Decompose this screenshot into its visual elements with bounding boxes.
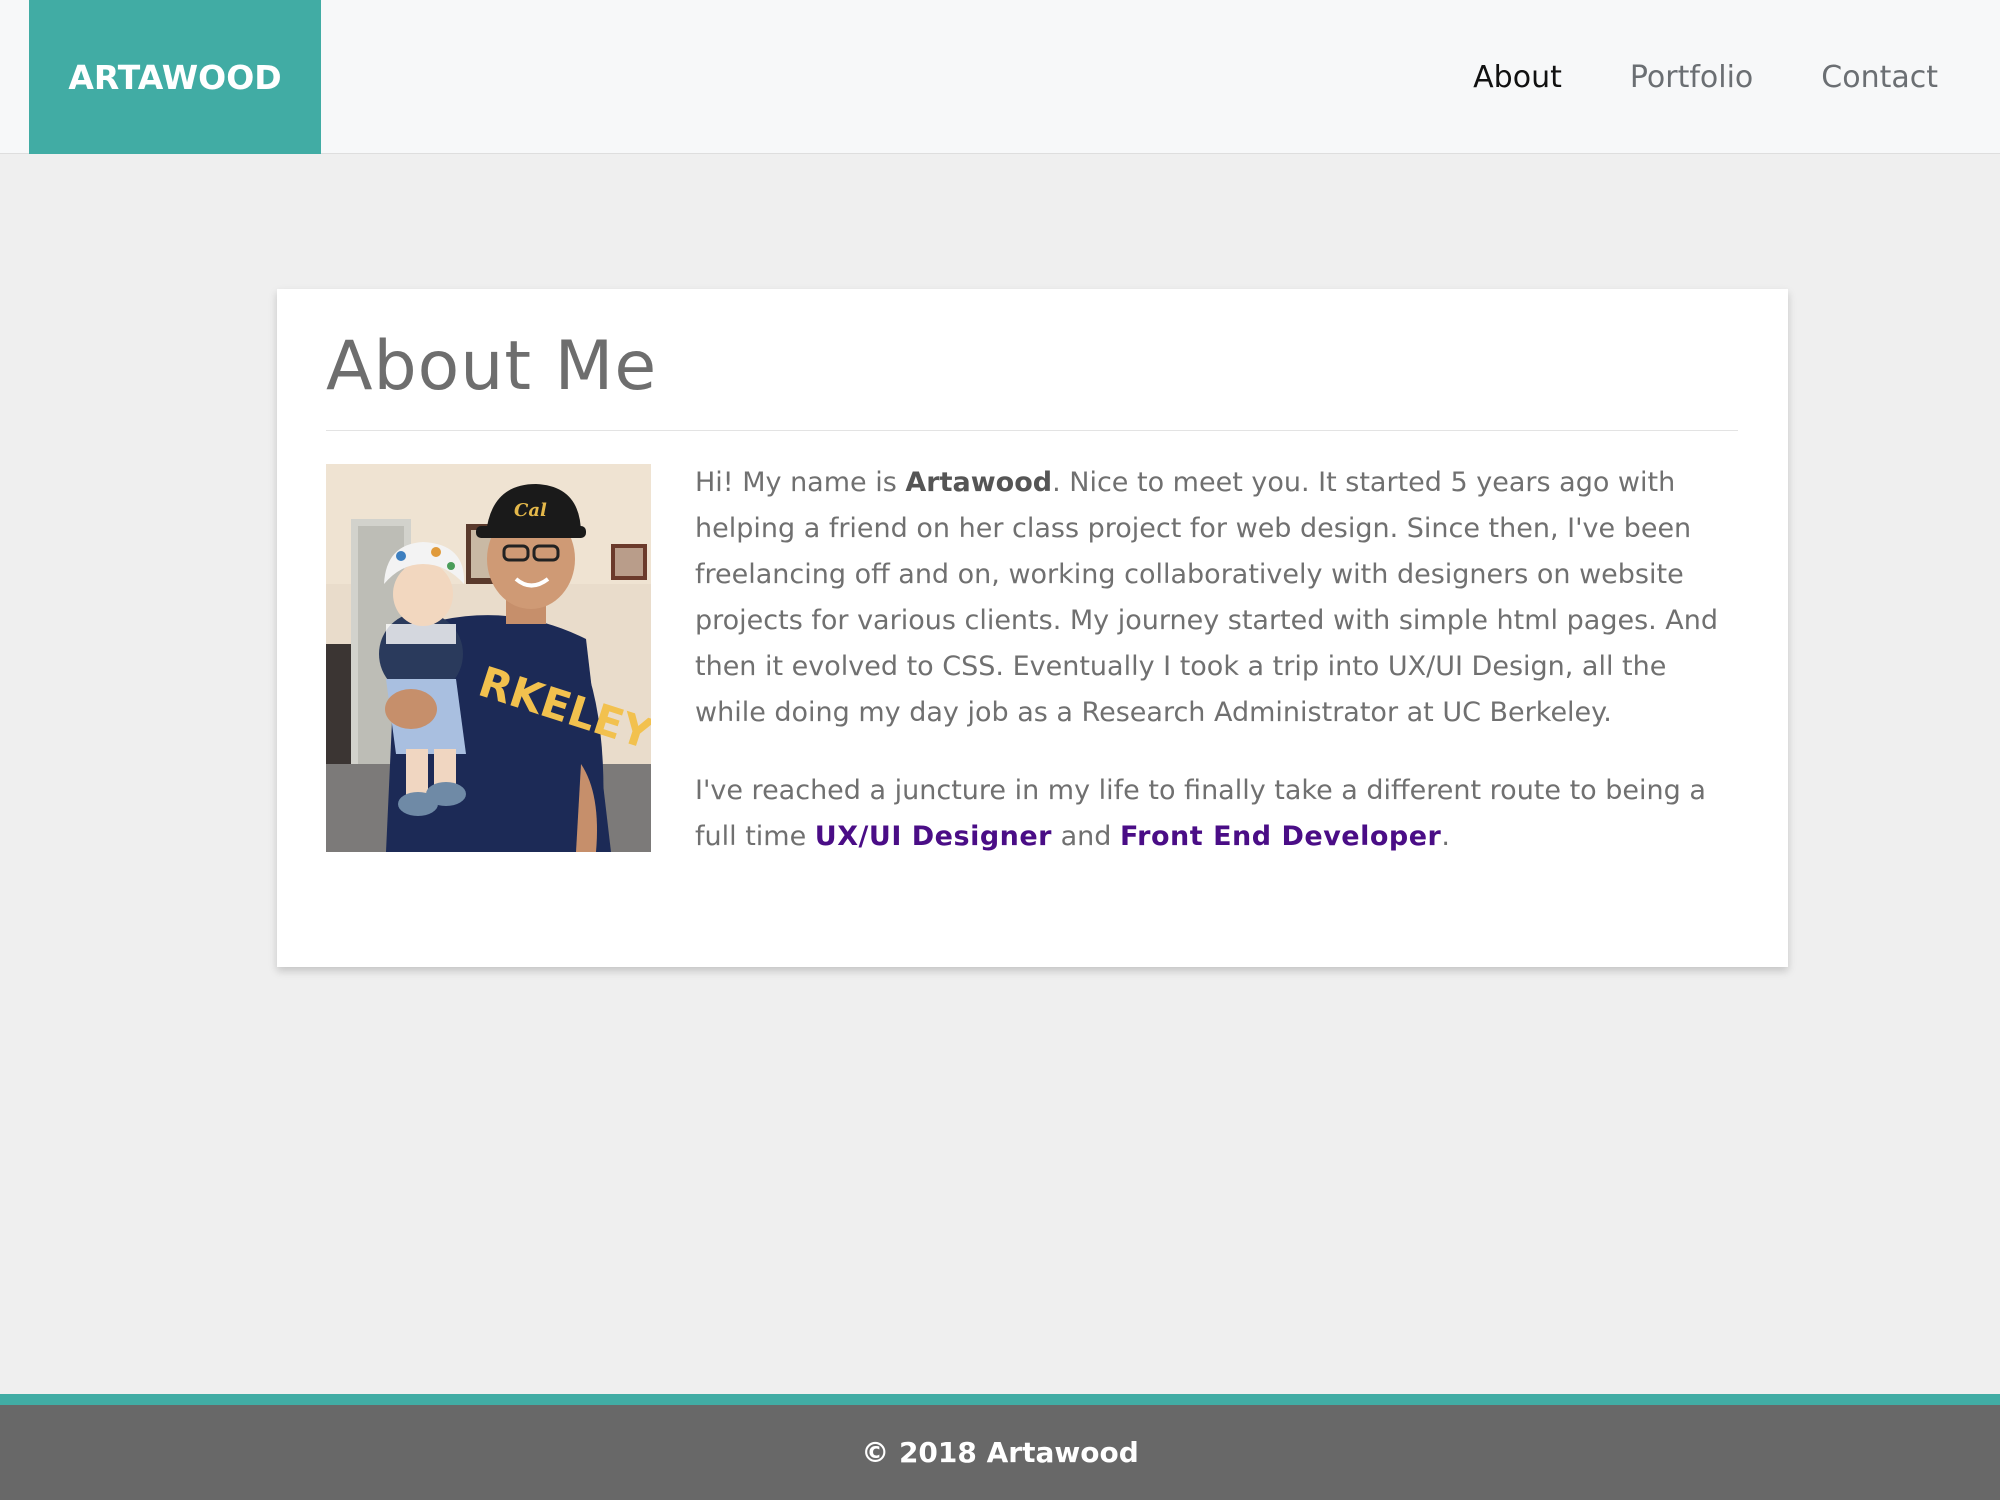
bio-text: Hi! My name is Artawood. Nice to meet yo…	[695, 460, 1745, 892]
page-footer: © 2018 Artawood	[0, 1394, 2000, 1500]
author-name: Artawood	[905, 467, 1053, 498]
bio-paragraph-2: I've reached a juncture in my life to fi…	[695, 775, 1706, 852]
about-card: About Me RKELEY Cal Hi! My name is Artaw…	[277, 289, 1788, 967]
page-title: About Me	[326, 327, 658, 406]
top-navbar: ARTAWOOD About Portfolio Contact	[0, 0, 2000, 154]
title-divider	[326, 430, 1738, 431]
nav-link-portfolio[interactable]: Portfolio	[1630, 60, 1753, 95]
nav-link-about[interactable]: About	[1473, 60, 1562, 95]
copyright-text: © 2018 Artawood	[861, 1436, 1139, 1469]
front-end-developer-link[interactable]: Front End Developer	[1120, 821, 1441, 852]
cap-text: Cal	[514, 500, 547, 521]
nav-link-contact[interactable]: Contact	[1821, 60, 1938, 95]
bio-paragraph-1: Hi! My name is Artawood. Nice to meet yo…	[695, 467, 1719, 728]
profile-photo: RKELEY Cal	[326, 464, 651, 852]
main-nav: About Portfolio Contact	[1473, 0, 1938, 154]
brand-logo-link[interactable]: ARTAWOOD	[29, 0, 321, 154]
ux-ui-designer-link[interactable]: UX/UI Designer	[815, 821, 1052, 852]
